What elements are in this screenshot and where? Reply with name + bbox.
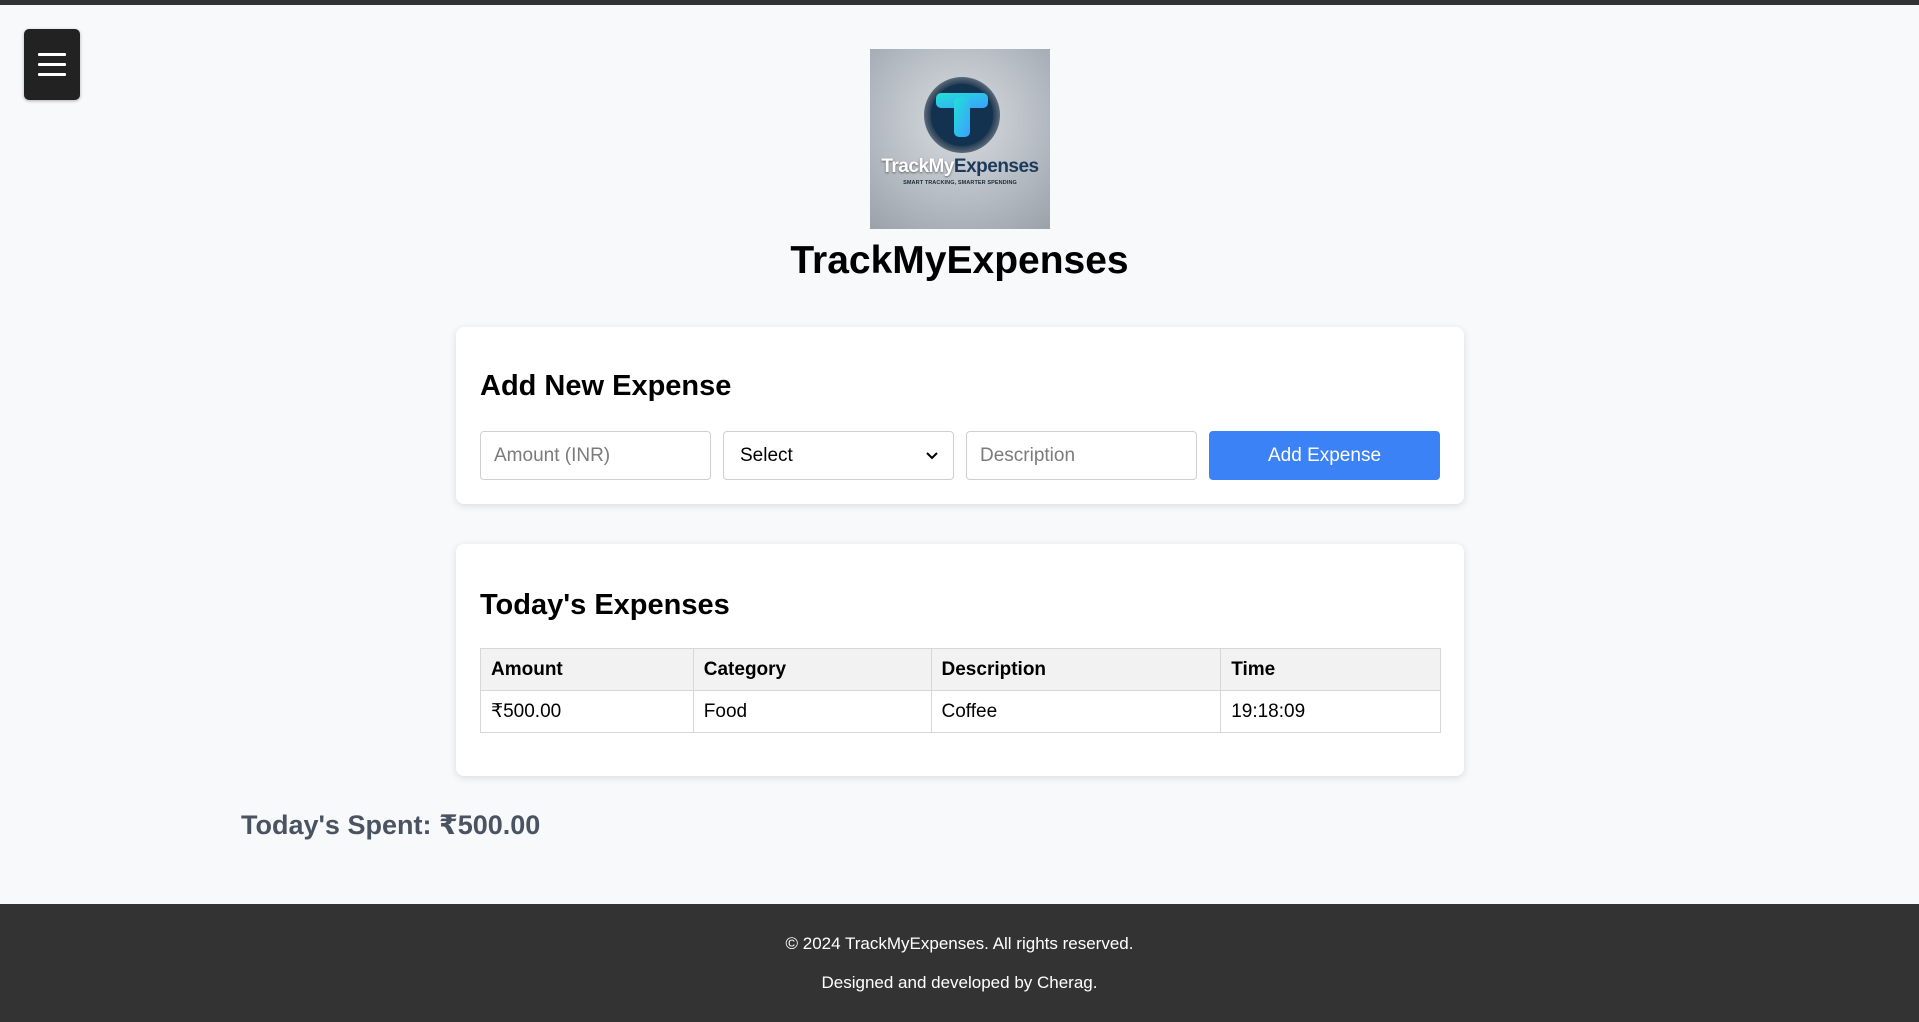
table-row: ₹500.00 Food Coffee 19:18:09 [480, 690, 1441, 733]
description-input[interactable] [966, 431, 1197, 480]
add-expense-button[interactable]: Add Expense [1209, 431, 1440, 480]
top-strip [0, 0, 1919, 5]
logo-emblem-icon [924, 77, 1000, 153]
table-header-row: Amount Category Description Time [480, 648, 1441, 691]
category-select-value: Select [740, 444, 793, 466]
todays-expenses-heading: Today's Expenses [480, 589, 730, 621]
todays-spent-total: Today's Spent: ₹500.00 [241, 810, 541, 840]
expenses-table: Amount Category Description Time ₹500.00… [480, 648, 1441, 733]
page-title: TrackMyExpenses [790, 239, 1129, 282]
amount-input[interactable] [480, 431, 711, 480]
app-logo: TrackMyExpenses SMART TRACKING, SMARTER … [870, 49, 1050, 229]
cell-amount: ₹500.00 [480, 690, 694, 733]
menu-button[interactable] [24, 29, 80, 100]
cell-description: Coffee [930, 690, 1222, 733]
category-select[interactable]: Select [723, 431, 954, 480]
add-expense-card: Add New Expense Select Add Expense [456, 327, 1464, 504]
todays-expenses-card: Today's Expenses Amount Category Descrip… [456, 544, 1464, 776]
column-header-time: Time [1220, 648, 1441, 691]
footer-copyright: © 2024 TrackMyExpenses. All rights reser… [785, 934, 1134, 953]
hamburger-menu-icon [38, 52, 66, 78]
column-header-category: Category [692, 648, 932, 691]
column-header-amount: Amount [480, 648, 694, 691]
footer: © 2024 TrackMyExpenses. All rights reser… [0, 904, 1919, 1022]
logo-brand-text: TrackMyExpenses [881, 156, 1039, 177]
footer-credit: Designed and developed by Cherag. [821, 973, 1098, 992]
cell-category: Food [692, 690, 932, 733]
column-header-description: Description [930, 648, 1222, 691]
cell-time: 19:18:09 [1220, 690, 1441, 733]
logo-tagline: SMART TRACKING, SMARTER SPENDING [903, 180, 1017, 186]
add-expense-heading: Add New Expense [480, 370, 732, 402]
chevron-down-icon [926, 451, 938, 459]
